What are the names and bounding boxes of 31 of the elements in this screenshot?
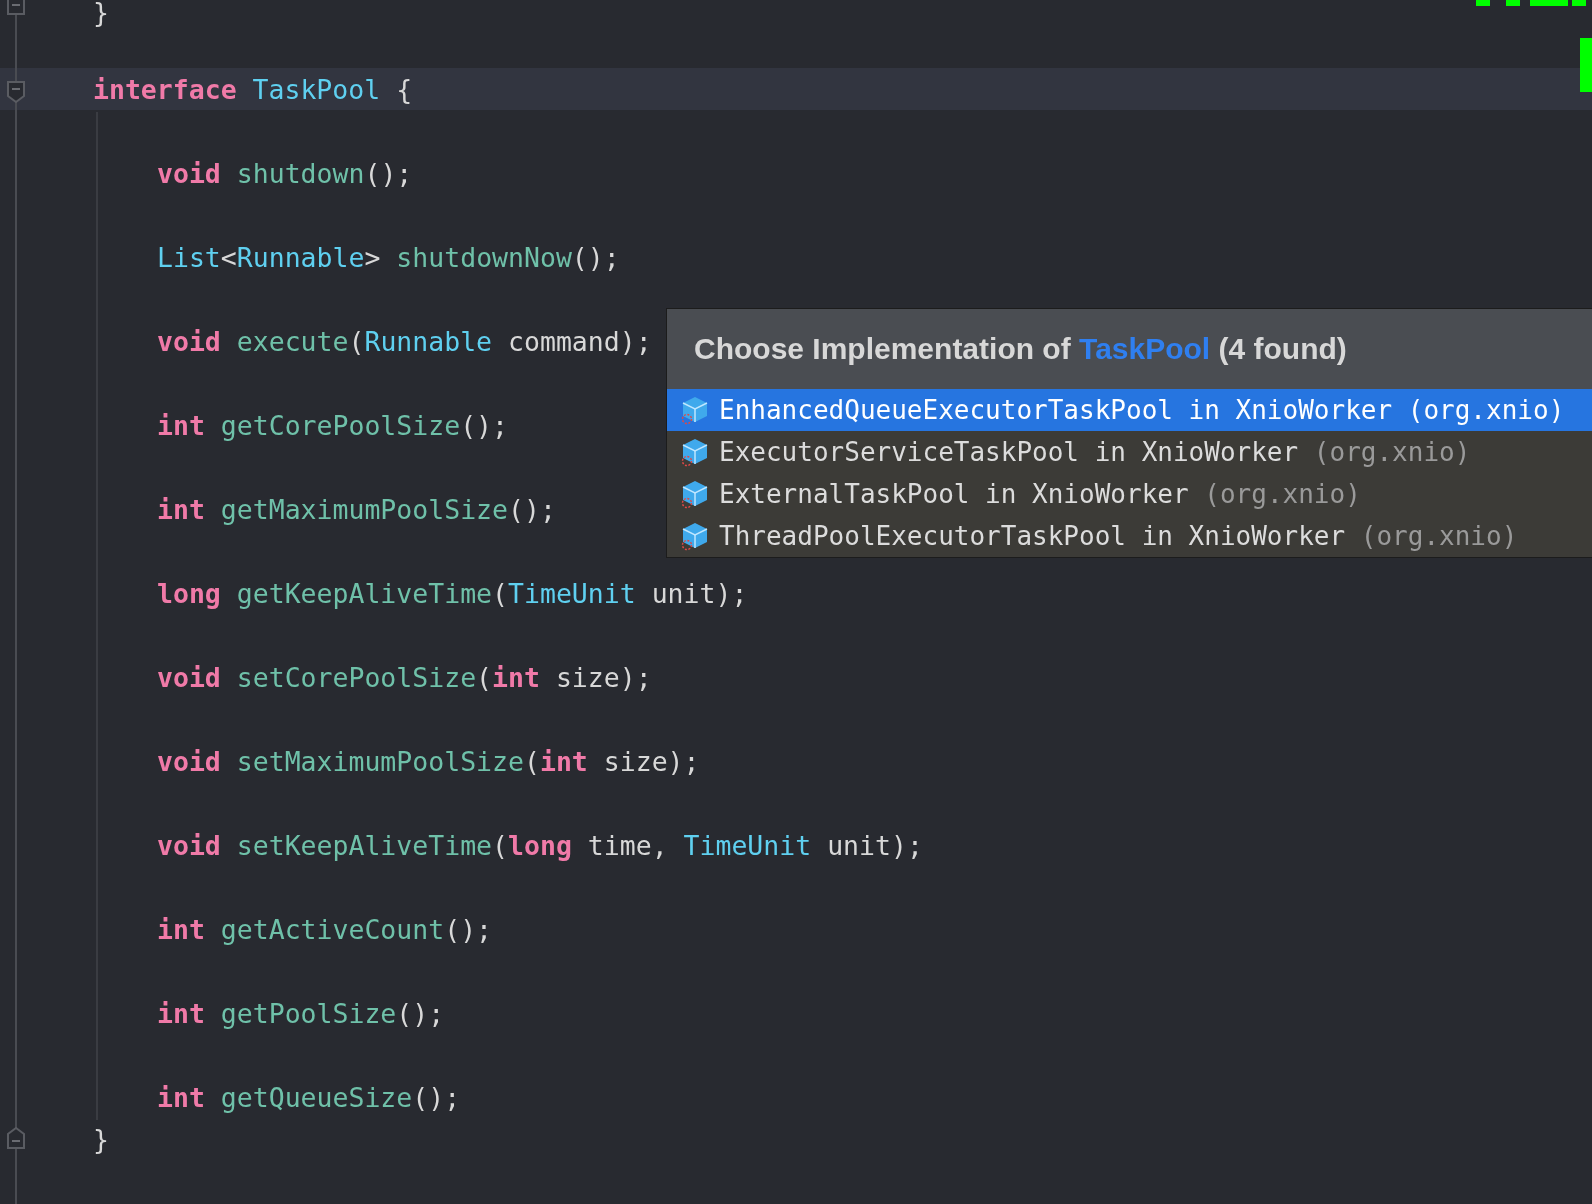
- error-stripe-mark[interactable]: [1476, 0, 1490, 6]
- implementation-item[interactable]: EnhancedQueueExecutorTaskPool in XnioWorker (org.xnio): [667, 389, 1592, 431]
- class-cube-icon: [681, 437, 709, 467]
- code-line: List<Runnable> shutdownNow();: [157, 241, 620, 273]
- code-line: void shutdown();: [157, 157, 413, 189]
- code-line: void setCorePoolSize(int size);: [157, 661, 652, 693]
- fold-marker-icon[interactable]: [6, 80, 26, 104]
- code-line: void execute(Runnable command);: [157, 325, 652, 357]
- error-stripe-mark[interactable]: [1506, 0, 1520, 6]
- code-line: int getMaximumPoolSize();: [157, 493, 556, 525]
- code-line: }: [93, 0, 109, 26]
- class-cube-icon: [681, 395, 709, 425]
- code-line: void setKeepAliveTime(long time, TimeUnit unit);: [157, 829, 923, 861]
- code-line: interface TaskPool {: [93, 73, 413, 105]
- class-cube-icon: [681, 521, 709, 551]
- implementation-item[interactable]: ExecutorServiceTaskPool in XnioWorker (org.xnio): [667, 431, 1592, 473]
- class-cube-icon: [681, 479, 709, 509]
- code-line: int getCorePoolSize();: [157, 409, 509, 441]
- code-line: long getKeepAliveTime(TimeUnit unit);: [157, 577, 748, 609]
- implementation-item[interactable]: ExternalTaskPool in XnioWorker (org.xnio): [667, 473, 1592, 515]
- code-line: int getQueueSize();: [157, 1081, 461, 1113]
- error-stripe-mark[interactable]: [1572, 0, 1586, 6]
- fold-marker-icon[interactable]: [6, 1126, 26, 1150]
- error-stripe-mark[interactable]: [1580, 38, 1592, 92]
- code-line: void setMaximumPoolSize(int size);: [157, 745, 700, 777]
- error-stripe-mark[interactable]: [1530, 0, 1568, 6]
- popup-title: Choose Implementation of TaskPool (4 found): [694, 332, 1347, 366]
- code-line: }: [93, 1123, 109, 1155]
- implementation-item[interactable]: ThreadPoolExecutorTaskPool in XnioWorker (org.xnio): [667, 515, 1592, 557]
- code-line: int getActiveCount();: [157, 913, 493, 945]
- code-line: int getPoolSize();: [157, 997, 445, 1029]
